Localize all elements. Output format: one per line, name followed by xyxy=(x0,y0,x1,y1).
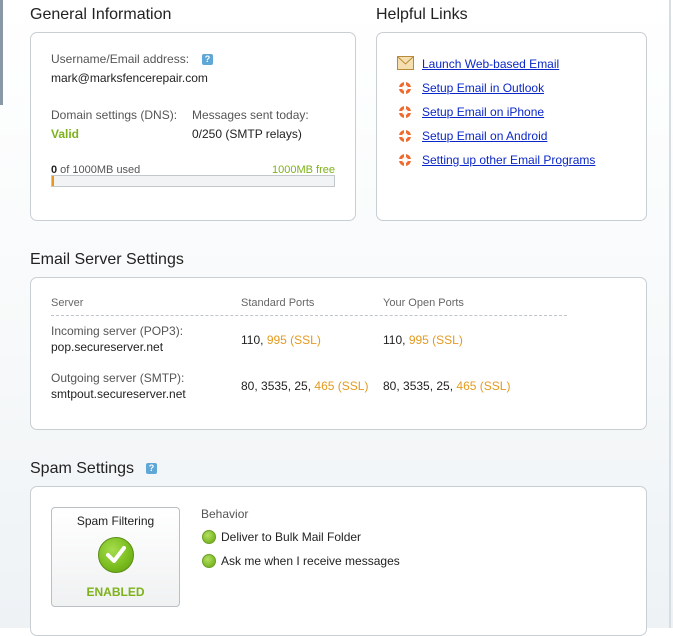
behavior-label: Behavior xyxy=(201,507,249,521)
ssl-port: 465 (SSL) xyxy=(456,379,511,393)
setup-other-programs-link[interactable]: Setting up other Email Programs xyxy=(422,153,595,167)
messages-sent-value: 0/250 (SMTP relays) xyxy=(192,127,302,141)
general-info-title: General Information xyxy=(30,6,172,23)
outgoing-server-host: smtpout.secureserver.net xyxy=(51,387,186,401)
username-label: Username/Email address: xyxy=(51,52,190,66)
column-header-standard-ports: Standard Ports xyxy=(241,297,315,309)
lifering-icon xyxy=(399,106,411,118)
helpful-links-panel: Launch Web-based Email Setup Email in Ou… xyxy=(376,32,647,221)
outgoing-server-label: Outgoing server (SMTP): xyxy=(51,371,185,385)
lifering-icon xyxy=(399,154,411,166)
window-edge-left xyxy=(0,0,3,105)
incoming-open-ports: 110, 995 (SSL) xyxy=(383,333,463,347)
incoming-standard-ports: 110, 995 (SSL) xyxy=(241,333,321,347)
envelope-icon xyxy=(397,56,414,70)
ssl-port: 995 (SSL) xyxy=(266,333,321,347)
dns-label: Domain settings (DNS): xyxy=(51,108,178,122)
port-list: 110, xyxy=(383,333,409,347)
messages-sent-label: Messages sent today: xyxy=(192,108,309,122)
ssl-port: 995 (SSL) xyxy=(408,333,463,347)
spam-filtering-label: Spam Filtering xyxy=(76,514,155,528)
incoming-server-label: Incoming server (POP3): xyxy=(51,324,184,338)
setup-outlook-link[interactable]: Setup Email in Outlook xyxy=(422,81,544,95)
check-icon xyxy=(98,537,134,573)
port-list: 80, 3535, 25, xyxy=(241,379,315,393)
lifering-icon xyxy=(399,82,411,94)
port-list: 80, 3535, 25, xyxy=(383,379,457,393)
general-info-panel: Username/Email address: ? mark@marksfenc… xyxy=(30,32,356,221)
column-header-open-ports: Your Open Ports xyxy=(383,297,464,309)
spam-filtering-card[interactable]: Spam Filtering ENABLED xyxy=(51,507,180,607)
lifering-icon xyxy=(399,130,411,142)
dns-status: Valid xyxy=(51,127,80,141)
username-value: mark@marksfencerepair.com xyxy=(51,71,208,85)
server-settings-title: Email Server Settings xyxy=(30,251,184,268)
storage-progress-fill xyxy=(52,176,54,186)
setup-iphone-link[interactable]: Setup Email on iPhone xyxy=(422,105,544,119)
helpful-links-title: Helpful Links xyxy=(376,6,468,23)
column-header-server: Server xyxy=(51,297,84,309)
spam-settings-title: Spam Settings xyxy=(30,460,135,477)
incoming-server-host: pop.secureserver.net xyxy=(51,340,164,354)
selected-option-icon[interactable] xyxy=(202,554,216,568)
spam-filter-status: ENABLED xyxy=(86,585,145,599)
deliver-bulk-option[interactable]: Deliver to Bulk Mail Folder xyxy=(221,530,361,544)
outgoing-standard-ports: 80, 3535, 25, 465 (SSL) xyxy=(241,379,368,393)
ask-me-option[interactable]: Ask me when I receive messages xyxy=(221,554,400,568)
server-settings-panel: Server Standard Ports Your Open Ports In… xyxy=(30,277,647,430)
window-edge-right xyxy=(669,0,671,628)
header-divider xyxy=(51,315,567,316)
launch-webmail-link[interactable]: Launch Web-based Email xyxy=(422,57,559,71)
outgoing-open-ports: 80, 3535, 25, 465 (SSL) xyxy=(383,379,510,393)
spam-settings-panel: Spam Filtering ENABLED Behavior Deliver … xyxy=(30,486,647,636)
setup-android-link[interactable]: Setup Email on Android xyxy=(422,129,547,143)
storage-progress-bar xyxy=(51,175,335,187)
help-icon[interactable]: ? xyxy=(202,54,213,65)
port-list: 110, xyxy=(241,333,267,347)
ssl-port: 465 (SSL) xyxy=(314,379,369,393)
help-icon[interactable]: ? xyxy=(146,463,157,474)
selected-option-icon[interactable] xyxy=(202,530,216,544)
